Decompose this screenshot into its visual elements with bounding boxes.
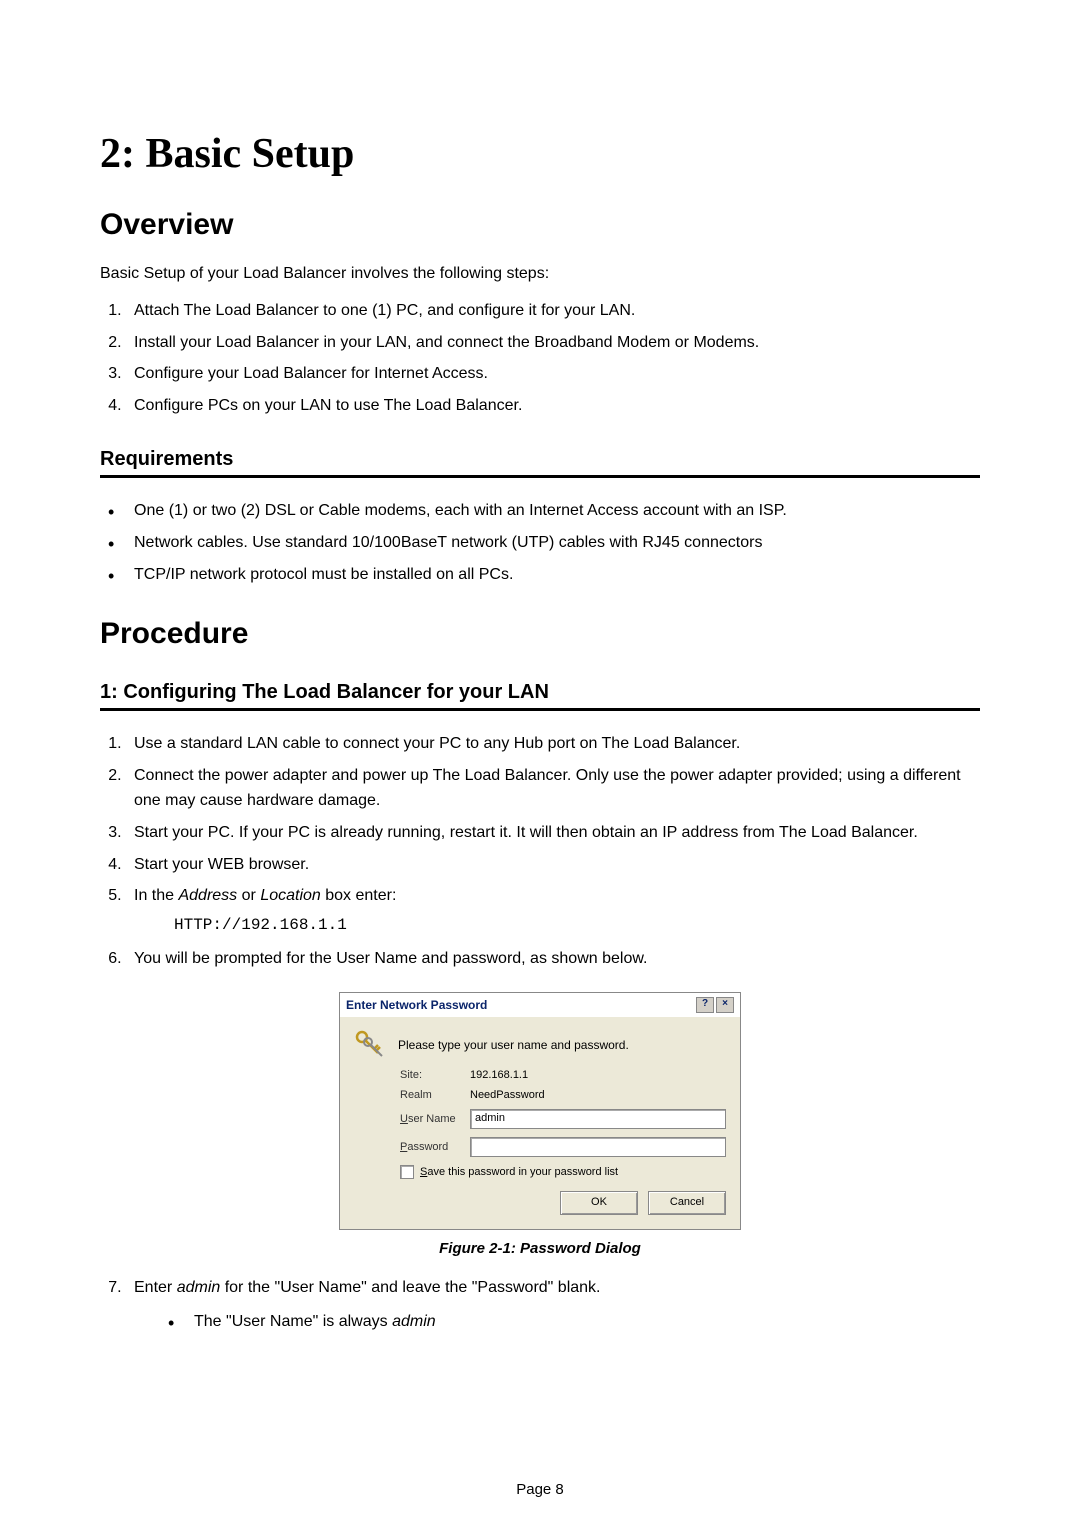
page-number: Page 8	[0, 1481, 1080, 1498]
step7-pre: Enter	[134, 1279, 177, 1296]
overview-heading: Overview	[100, 208, 980, 242]
dialog-prompt: Please type your user name and password.	[398, 1038, 629, 1052]
password-dialog: Enter Network Password ? ×	[339, 992, 741, 1230]
close-button[interactable]: ×	[716, 997, 734, 1013]
list-item: Network cables. Use standard 10/100BaseT…	[126, 530, 980, 556]
list-item: Install your Load Balancer in your LAN, …	[126, 330, 980, 356]
list-item: Start your PC. If your PC is already run…	[126, 820, 980, 846]
username-label: User Name	[400, 1113, 470, 1125]
list-item: Configure your Load Balancer for Interne…	[126, 361, 980, 387]
step5-or: or	[237, 887, 260, 904]
dialog-titlebar: Enter Network Password ? ×	[340, 993, 740, 1017]
step5-location: Location	[260, 887, 321, 904]
step7-mid: for the "User Name" and leave the "Passw…	[220, 1279, 600, 1296]
password-label: Password	[400, 1141, 470, 1153]
list-item: The "User Name" is always admin	[186, 1309, 980, 1335]
list-item: One (1) or two (2) DSL or Cable modems, …	[126, 498, 980, 524]
list-item: TCP/IP network protocol must be installe…	[126, 562, 980, 588]
realm-value: NeedPassword	[470, 1089, 545, 1101]
password-input[interactable]	[470, 1137, 726, 1157]
step5-address: Address	[178, 887, 237, 904]
realm-label: Realm	[400, 1089, 470, 1101]
step5-post: box enter:	[321, 887, 397, 904]
dialog-title-text: Enter Network Password	[346, 998, 487, 1012]
requirements-heading: Requirements	[100, 448, 980, 478]
procedure-steps-list: Use a standard LAN cable to connect your…	[100, 731, 980, 972]
overview-steps-list: Attach The Load Balancer to one (1) PC, …	[100, 298, 980, 418]
config-heading: 1: Configuring The Load Balancer for you…	[100, 681, 980, 711]
cancel-button[interactable]: Cancel	[648, 1191, 726, 1215]
requirements-list: One (1) or two (2) DSL or Cable modems, …	[100, 498, 980, 587]
list-item: Connect the power adapter and power up T…	[126, 763, 980, 814]
step7-admin: admin	[177, 1279, 221, 1296]
overview-intro: Basic Setup of your Load Balancer involv…	[100, 262, 980, 286]
save-password-label: Save this password in your password list	[420, 1166, 618, 1178]
keys-icon	[354, 1029, 386, 1061]
list-item: Use a standard LAN cable to connect your…	[126, 731, 980, 757]
step7-bullet-admin: admin	[392, 1313, 436, 1330]
list-item: Start your WEB browser.	[126, 852, 980, 878]
list-item: Configure PCs on your LAN to use The Loa…	[126, 393, 980, 419]
site-label: Site:	[400, 1069, 470, 1081]
figure-caption: Figure 2-1: Password Dialog	[100, 1240, 980, 1257]
step5-text: In the	[134, 887, 178, 904]
username-input[interactable]: admin	[470, 1109, 726, 1129]
password-dialog-figure: Enter Network Password ? ×	[100, 992, 980, 1230]
list-item: Attach The Load Balancer to one (1) PC, …	[126, 298, 980, 324]
list-item: In the Address or Location box enter: HT…	[126, 883, 980, 938]
step7-sublist: The "User Name" is always admin	[134, 1309, 980, 1335]
ok-button[interactable]: OK	[560, 1191, 638, 1215]
chapter-title: 2: Basic Setup	[100, 130, 980, 178]
procedure-steps-list-cont: Enter admin for the "User Name" and leav…	[100, 1275, 980, 1334]
list-item: You will be prompted for the User Name a…	[126, 946, 980, 972]
help-button[interactable]: ?	[696, 997, 714, 1013]
step5-url: HTTP://192.168.1.1	[174, 913, 980, 939]
procedure-heading: Procedure	[100, 617, 980, 651]
save-password-checkbox[interactable]	[400, 1165, 414, 1179]
step7-bullet-pre: The "User Name" is always	[194, 1313, 392, 1330]
site-value: 192.168.1.1	[470, 1069, 528, 1081]
list-item: Enter admin for the "User Name" and leav…	[126, 1275, 980, 1334]
